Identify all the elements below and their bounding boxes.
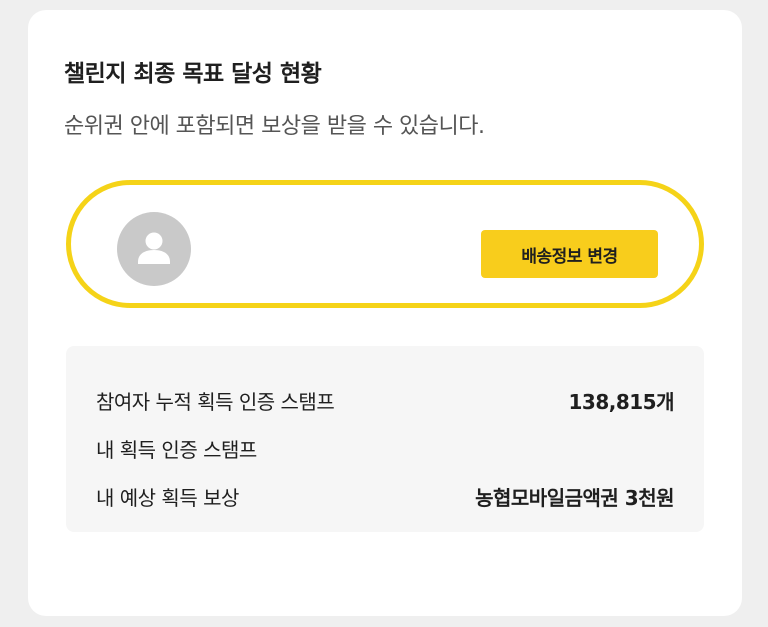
stat-row-expected-reward: 내 예상 획득 보상 농협모바일금액권 3천원	[96, 482, 674, 512]
stat-row-my-stamps: 내 획득 인증 스탬프	[96, 434, 674, 464]
stat-label: 내 획득 인증 스탬프	[96, 438, 257, 462]
user-info-box: 배송정보 변경	[66, 180, 704, 308]
stat-value: 138,815개	[568, 390, 675, 414]
card-title: 챌린지 최종 목표 달성 현황	[64, 61, 322, 87]
stat-value: 농협모바일금액권 3천원	[475, 486, 674, 510]
card-subtitle: 순위권 안에 포함되면 보상을 받을 수 있습니다.	[64, 114, 485, 139]
person-icon	[117, 212, 191, 286]
stat-label: 내 예상 획득 보상	[96, 486, 239, 510]
avatar	[117, 212, 191, 286]
change-delivery-info-button[interactable]: 배송정보 변경	[481, 230, 658, 278]
stat-row-total-stamps: 참여자 누적 획득 인증 스탬프 138,815개	[96, 386, 674, 416]
stat-label: 참여자 누적 획득 인증 스탬프	[96, 390, 335, 414]
stamp-stats-panel: 참여자 누적 획득 인증 스탬프 138,815개 내 획득 인증 스탬프 내 …	[66, 346, 704, 532]
challenge-status-card: 챌린지 최종 목표 달성 현황 순위권 안에 포함되면 보상을 받을 수 있습니…	[28, 10, 742, 616]
